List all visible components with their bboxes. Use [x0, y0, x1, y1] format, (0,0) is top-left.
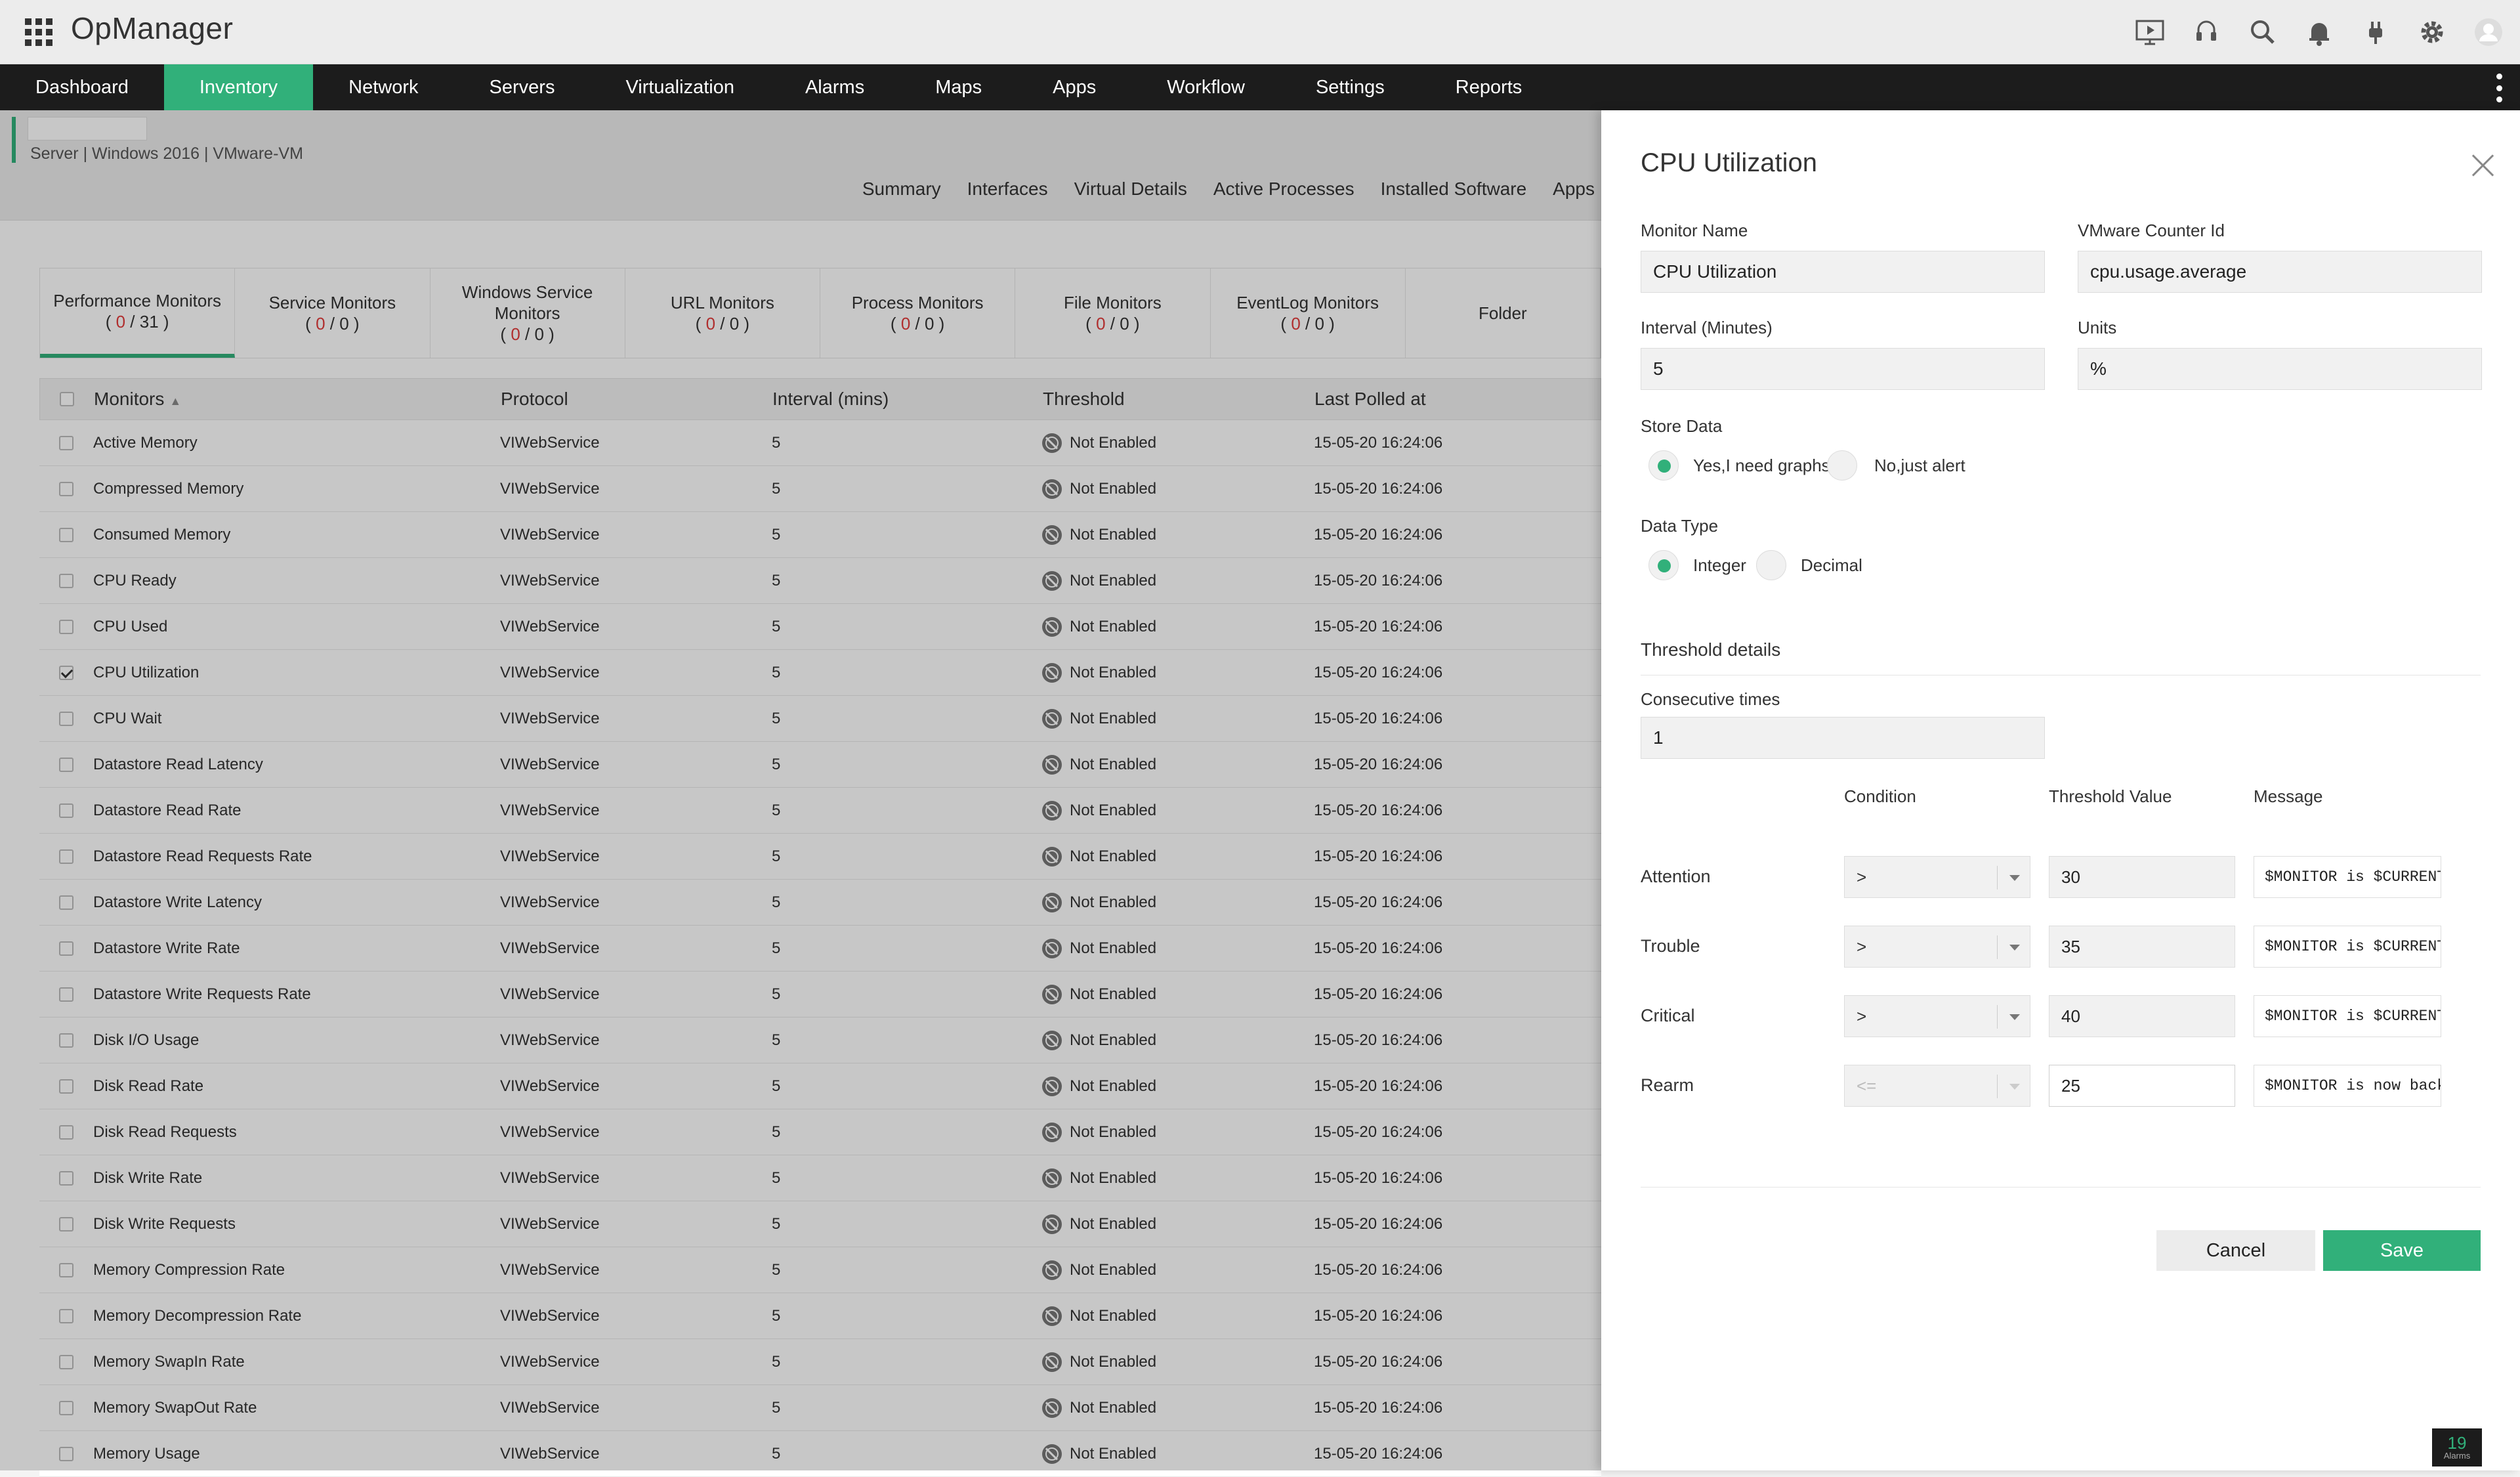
- nav-item-apps[interactable]: Apps: [1017, 64, 1131, 110]
- save-button[interactable]: Save: [2323, 1230, 2481, 1271]
- chevron-down-icon: [1997, 935, 2030, 959]
- rearm-condition-value: <=: [1857, 1075, 1877, 1096]
- rearm-threshold-value[interactable]: 25: [2049, 1065, 2235, 1107]
- nav-item-workflow[interactable]: Workflow: [1131, 64, 1280, 110]
- monitor-name-field[interactable]: CPU Utilization: [1641, 251, 2045, 293]
- nav-item-virtualization[interactable]: Virtualization: [590, 64, 770, 110]
- critical-condition-value: >: [1857, 1006, 1867, 1026]
- support-headset-icon[interactable]: [2188, 14, 2225, 51]
- store-yes-radio[interactable]: [1648, 450, 1679, 481]
- nav-item-alarms[interactable]: Alarms: [770, 64, 900, 110]
- apps-grid-icon[interactable]: [25, 18, 52, 46]
- close-icon[interactable]: [2469, 151, 2498, 180]
- attention-message-field[interactable]: $MONITOR is $CURRENT: [2254, 856, 2441, 898]
- rearm-label: Rearm: [1641, 1075, 1694, 1095]
- chevron-down-icon: [1997, 1005, 2030, 1029]
- value-col-header: Threshold Value: [2049, 786, 2172, 806]
- units-field[interactable]: %: [2078, 348, 2482, 390]
- critical-threshold-value[interactable]: 40: [2049, 995, 2235, 1037]
- type-decimal-label[interactable]: Decimal: [1801, 555, 1862, 576]
- plug-icon[interactable]: [2357, 14, 2394, 51]
- nav-item-servers[interactable]: Servers: [454, 64, 591, 110]
- trouble-condition-value: >: [1857, 936, 1867, 956]
- edit-monitor-panel: CPU Utilization Monitor Name CPU Utiliza…: [1601, 110, 2520, 1470]
- type-integer-label[interactable]: Integer: [1693, 555, 1746, 576]
- chevron-down-icon: [1997, 1075, 2030, 1098]
- attention-label: Attention: [1641, 867, 1711, 886]
- type-decimal-radio[interactable]: [1756, 550, 1786, 580]
- notification-bell-icon[interactable]: [2301, 14, 2338, 51]
- header-icons: [2132, 12, 2507, 53]
- chevron-down-icon: [1997, 866, 2030, 889]
- nav-item-dashboard[interactable]: Dashboard: [0, 64, 164, 110]
- store-no-label[interactable]: No,just alert: [1874, 456, 1965, 476]
- trouble-message-field[interactable]: $MONITOR is $CURRENT: [2254, 926, 2441, 968]
- store-data-label: Store Data: [1641, 416, 1723, 436]
- trouble-condition-select[interactable]: >: [1844, 926, 2030, 968]
- nav-item-inventory[interactable]: Inventory: [163, 64, 314, 110]
- units-label: Units: [2078, 318, 2117, 337]
- alarms-badge[interactable]: 19 Alarms: [2432, 1428, 2482, 1466]
- search-icon[interactable]: [2244, 14, 2281, 51]
- rearm-message-field[interactable]: $MONITOR is now back to normal: [2254, 1065, 2441, 1107]
- panel-title: CPU Utilization: [1641, 148, 1817, 177]
- attention-condition-select[interactable]: >: [1844, 856, 2030, 898]
- nav-item-maps[interactable]: Maps: [900, 64, 1017, 110]
- divider: [1641, 1187, 2481, 1188]
- cancel-button[interactable]: Cancel: [2156, 1230, 2315, 1271]
- alarm-count: 19: [2447, 1433, 2467, 1453]
- trouble-label: Trouble: [1641, 936, 1700, 956]
- consecutive-field[interactable]: 1: [1641, 717, 2045, 759]
- counter-id-field[interactable]: cpu.usage.average: [2078, 251, 2482, 293]
- more-menu-icon[interactable]: [2496, 74, 2504, 102]
- message-col-header: Message: [2254, 786, 2323, 806]
- threshold-heading: Threshold details: [1641, 639, 1781, 660]
- rearm-condition-select: <=: [1844, 1065, 2030, 1107]
- attention-condition-value: >: [1857, 867, 1867, 887]
- data-type-label: Data Type: [1641, 516, 1719, 536]
- critical-label: Critical: [1641, 1006, 1695, 1025]
- user-avatar-icon[interactable]: [2470, 14, 2507, 51]
- monitor-name-label: Monitor Name: [1641, 221, 1748, 240]
- condition-col-header: Condition: [1844, 786, 1916, 806]
- store-yes-label[interactable]: Yes,I need graphs: [1693, 456, 1830, 476]
- alarm-label: Alarms: [2443, 1451, 2471, 1461]
- settings-gear-icon[interactable]: [2414, 14, 2450, 51]
- nav-item-settings[interactable]: Settings: [1280, 64, 1420, 110]
- presentation-icon[interactable]: [2132, 14, 2168, 51]
- interval-field[interactable]: 5: [1641, 348, 2045, 390]
- trouble-threshold-value[interactable]: 35: [2049, 926, 2235, 968]
- consecutive-label: Consecutive times: [1641, 689, 1780, 709]
- modal-backdrop[interactable]: [0, 110, 1601, 1470]
- critical-message-field[interactable]: $MONITOR is $CURRENT: [2254, 995, 2441, 1037]
- critical-condition-select[interactable]: >: [1844, 995, 2030, 1037]
- type-integer-radio[interactable]: [1648, 550, 1679, 580]
- interval-label: Interval (Minutes): [1641, 318, 1773, 337]
- main-nav: Dashboard Inventory Network Servers Virtuali…: [0, 64, 2520, 110]
- attention-threshold-value[interactable]: 30: [2049, 856, 2235, 898]
- top-header: OpManager: [0, 0, 2520, 64]
- app-brand[interactable]: OpManager: [71, 11, 233, 46]
- nav-item-network[interactable]: Network: [313, 64, 453, 110]
- store-no-radio[interactable]: [1827, 450, 1857, 481]
- counter-id-label: VMware Counter Id: [2078, 221, 2225, 240]
- nav-item-reports[interactable]: Reports: [1420, 64, 1558, 110]
